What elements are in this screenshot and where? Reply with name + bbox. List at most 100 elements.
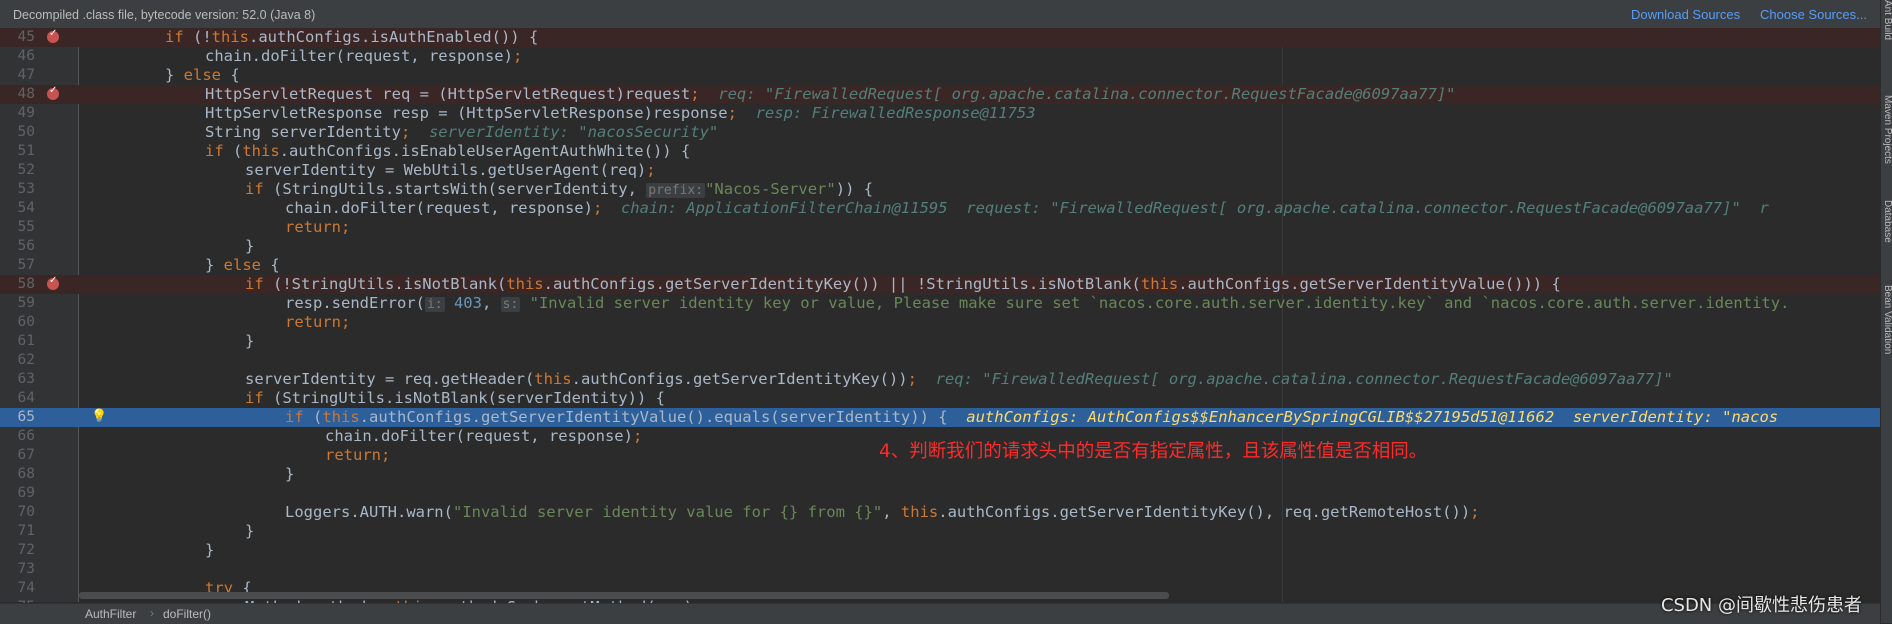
line-number[interactable]: 60 [0,313,35,332]
choose-sources-link[interactable]: Choose Sources... [1760,7,1867,22]
line-number[interactable]: 52 [0,161,35,180]
code-text[interactable]: chain.doFilter(request, response); chain… [285,199,1769,218]
code-line[interactable]: 51 if (this.authConfigs.isEnableUserAgent… [0,142,1880,161]
code-line[interactable]: 61} [0,332,1880,351]
code-line[interactable]: 69 [0,484,1880,503]
code-line[interactable]: 58 if (!StringUtils.isNotBlank(this.authC… [0,275,1880,294]
code-line[interactable]: 52 serverIdentity = WebUtils.getUserAgent… [0,161,1880,180]
code-text[interactable]: if (StringUtils.isNotBlank(serverIdentit… [245,389,665,408]
breadcrumb-class[interactable]: AuthFilter [85,607,136,621]
code-line[interactable]: 70 Loggers.AUTH.warn("Invalid server iden… [0,503,1880,522]
code-text[interactable]: HttpServletRequest req = (HttpServletReq… [205,85,1455,104]
code-text[interactable]: } else { [165,66,240,85]
code-text[interactable]: if (StringUtils.startsWith(serverIdentit… [245,180,873,200]
code-line[interactable]: 54 chain.doFilter(request, response); cha… [0,199,1880,218]
code-line[interactable]: 64 if (StringUtils.isNotBlank(serverIdent… [0,389,1880,408]
code-line[interactable]: 46 chain.doFilter(request, response); [0,47,1880,66]
code-line[interactable]: 48 HttpServletRequest req = (HttpServletR… [0,85,1880,104]
code-text[interactable]: } [245,237,254,256]
code-line[interactable]: 65 💡 if (this.authConfigs.getServerIdentit… [0,408,1880,427]
tool-window-ant-build[interactable]: Ant Build [1882,0,1892,40]
breakpoint-icon[interactable] [47,85,59,100]
code-text[interactable]: } [245,522,254,541]
code-line[interactable]: 62 [0,351,1880,370]
code-line[interactable]: 45 if (!this.authConfigs.isAuthEnabled())… [0,28,1880,47]
line-number[interactable]: 66 [0,427,35,446]
line-number[interactable]: 73 [0,560,35,579]
horizontal-scrollbar[interactable] [79,592,1169,599]
line-number[interactable]: 46 [0,47,35,66]
line-number[interactable]: 45 [0,28,35,47]
code-line[interactable]: 53 if (StringUtils.startsWith(serverIdent… [0,180,1880,199]
line-number[interactable]: 51 [0,142,35,161]
line-number[interactable]: 57 [0,256,35,275]
line-number[interactable]: 47 [0,66,35,85]
line-number[interactable]: 48 [0,85,35,104]
code-token: .authConfigs.getServerIdentityValue().eq… [359,408,967,426]
code-line[interactable]: 72} [0,541,1880,560]
code-token: .authConfigs.getServerIdentityKey(), req… [938,503,1471,521]
code-text[interactable]: serverIdentity = WebUtils.getUserAgent(r… [245,161,656,180]
breakpoint-icon[interactable] [47,28,59,43]
code-text[interactable]: HttpServletResponse resp = (HttpServletR… [205,104,1036,123]
tool-window-maven-projects[interactable]: Maven Projects [1882,95,1892,164]
code-text[interactable]: } [205,541,214,560]
code-token: ; [400,123,411,141]
right-tool-window-bar: Ant Build Maven Projects Database Bean V… [1880,0,1892,623]
line-number[interactable]: 70 [0,503,35,522]
code-text[interactable]: serverIdentity = req.getHeader(this.auth… [245,370,1673,389]
tool-window-bean-validation[interactable]: Bean Validation [1882,285,1892,354]
line-number[interactable]: 62 [0,351,35,370]
code-line[interactable]: 56} [0,237,1880,256]
line-number[interactable]: 61 [0,332,35,351]
line-number[interactable]: 54 [0,199,35,218]
code-text[interactable]: String serverIdentity; serverIdentity: "… [205,123,718,142]
line-number[interactable]: 55 [0,218,35,237]
code-text[interactable]: Loggers.AUTH.warn("Invalid server identi… [285,503,1480,522]
code-line[interactable]: 63 serverIdentity = req.getHeader(this.au… [0,370,1880,389]
line-number[interactable]: 68 [0,465,35,484]
code-line[interactable]: 71} [0,522,1880,541]
line-number[interactable]: 63 [0,370,35,389]
code-text[interactable]: } [285,465,294,484]
code-line[interactable]: 55 return; [0,218,1880,237]
code-text[interactable]: return; [285,313,350,332]
line-number[interactable]: 64 [0,389,35,408]
line-number[interactable]: 69 [0,484,35,503]
breakpoint-icon[interactable] [47,275,59,290]
line-number[interactable]: 74 [0,579,35,598]
code-line[interactable]: 59 resp.sendError(i: 403, s: "Invalid ser… [0,294,1880,313]
code-line[interactable]: 49 HttpServletResponse resp = (HttpServle… [0,104,1880,123]
code-line[interactable]: 73 [0,560,1880,579]
line-number[interactable]: 53 [0,180,35,199]
line-number[interactable]: 58 [0,275,35,294]
code-line[interactable]: 50 String serverIdentity; serverIdentity:… [0,123,1880,142]
code-text[interactable]: } else { [205,256,280,275]
line-number[interactable]: 71 [0,522,35,541]
code-text[interactable]: return; [325,446,390,465]
code-line[interactable]: 57 } else { [0,256,1880,275]
download-sources-link[interactable]: Download Sources [1631,7,1740,22]
line-number[interactable]: 72 [0,541,35,560]
line-number[interactable]: 59 [0,294,35,313]
code-text[interactable]: resp.sendError(i: 403, s: "Invalid serve… [285,294,1789,314]
lightbulb-icon[interactable]: 💡 [91,409,107,424]
code-line[interactable]: 68} [0,465,1880,484]
breadcrumb-method[interactable]: doFilter() [163,607,211,621]
line-number[interactable]: 49 [0,104,35,123]
code-text[interactable]: if (this.authConfigs.isEnableUserAgentAu… [205,142,690,161]
line-number[interactable]: 56 [0,237,35,256]
line-number[interactable]: 50 [0,123,35,142]
code-text[interactable]: if (!this.authConfigs.isAuthEnabled()) { [165,28,538,47]
line-number[interactable]: 67 [0,446,35,465]
code-text[interactable]: chain.doFilter(request, response); [325,427,642,446]
line-number[interactable]: 65 [0,408,35,427]
code-line[interactable]: 60 return; [0,313,1880,332]
code-text[interactable]: } [245,332,254,351]
code-text[interactable]: if (!StringUtils.isNotBlank(this.authCon… [245,275,1561,294]
code-text[interactable]: chain.doFilter(request, response); [205,47,522,66]
code-line[interactable]: 47 } else { [0,66,1880,85]
code-text[interactable]: if (this.authConfigs.getServerIdentityVa… [285,408,1778,427]
code-text[interactable]: return; [285,218,350,237]
tool-window-database[interactable]: Database [1882,200,1892,243]
